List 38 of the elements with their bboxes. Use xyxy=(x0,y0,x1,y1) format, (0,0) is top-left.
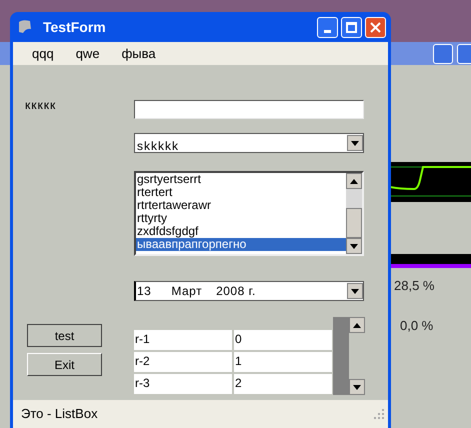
list-item[interactable]: zxdfdsfgdgf xyxy=(136,225,346,238)
menu-item[interactable]: qwe xyxy=(76,44,100,64)
percent-reading: 0,0 % xyxy=(400,316,434,334)
list-item[interactable]: rttyrty xyxy=(136,212,346,225)
scroll-down-icon[interactable] xyxy=(349,379,365,395)
close-button[interactable] xyxy=(365,16,386,38)
exit-button[interactable]: Exit xyxy=(27,353,102,376)
status-text: Это - ListBox xyxy=(21,405,98,424)
scrollbar[interactable] xyxy=(346,173,362,254)
list-item[interactable]: rtrtertawerawr xyxy=(136,199,346,212)
menu-item[interactable]: фыва xyxy=(122,44,156,64)
close-icon xyxy=(370,22,381,32)
table-cell: 0 xyxy=(234,330,332,350)
list-item[interactable]: rtertert xyxy=(136,186,346,199)
scroll-up-icon[interactable] xyxy=(349,317,365,333)
maximize-button[interactable] xyxy=(341,16,362,38)
minimize-button[interactable] xyxy=(317,16,338,38)
table-cell: r-1 xyxy=(134,330,232,350)
menu-item[interactable]: qqq xyxy=(32,44,54,64)
list-item[interactable]: gsrtyertserrt xyxy=(136,173,346,186)
table-cell: r-3 xyxy=(134,374,232,394)
scroll-down-icon[interactable] xyxy=(346,238,362,254)
date-picker[interactable]: 13 Март 2008 г. xyxy=(134,281,364,301)
grid-scrollbar[interactable] xyxy=(333,317,365,395)
field-label: ккккк xyxy=(25,97,58,114)
percent-reading: 28,5 % xyxy=(394,277,434,295)
combo-box[interactable]: skkkkk xyxy=(134,133,364,153)
app-icon xyxy=(17,19,33,35)
window-title: TestForm xyxy=(43,18,107,36)
table-cell: r-2 xyxy=(134,352,232,372)
resize-grip-icon[interactable] xyxy=(374,409,384,419)
scrollbar-thumb[interactable] xyxy=(346,208,362,238)
table-cell: 1 xyxy=(234,352,332,372)
table-cell: 2 xyxy=(234,374,332,394)
test-button[interactable]: test xyxy=(27,324,102,347)
text-field[interactable] xyxy=(134,100,364,119)
list-item[interactable]: ываавпрапгорпегно xyxy=(136,238,346,251)
scroll-up-icon[interactable] xyxy=(346,173,362,189)
